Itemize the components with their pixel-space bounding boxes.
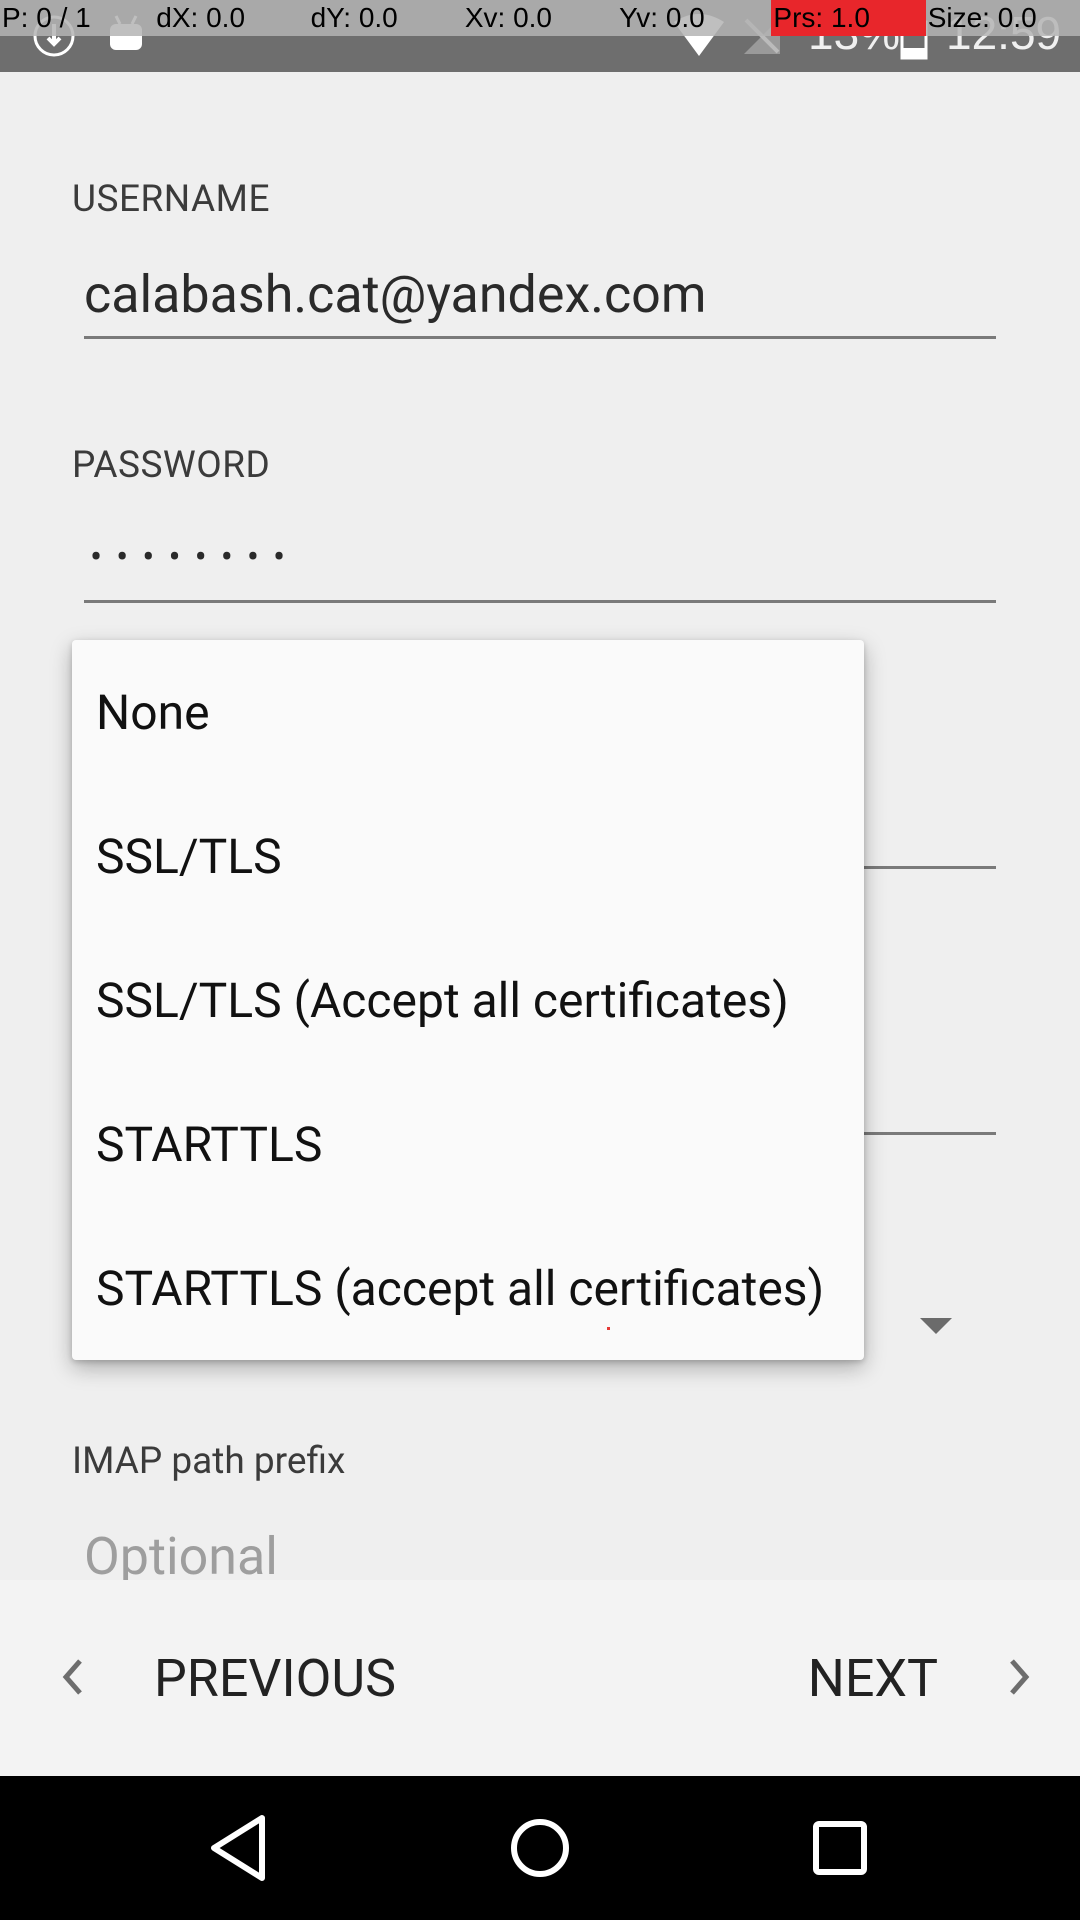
chevron-down-icon[interactable] <box>920 1318 952 1334</box>
dropdown-option-starttls-accept-all[interactable]: STARTTLS (accept all certificates) <box>72 1216 864 1360</box>
dropdown-option-starttls[interactable]: STARTTLS <box>72 1072 864 1216</box>
previous-label: PREVIOUS <box>154 1647 397 1709</box>
wizard-button-bar: PREVIOUS NEXT <box>0 1580 1080 1776</box>
recents-icon[interactable] <box>802 1810 878 1886</box>
security-dropdown: None SSL/TLS SSL/TLS (Accept all certifi… <box>72 640 864 1360</box>
home-icon[interactable] <box>502 1810 578 1886</box>
overlay-pressure: Prs: 1.0 <box>771 0 926 36</box>
dropdown-option-ssl-tls[interactable]: SSL/TLS <box>72 784 864 928</box>
username-label: USERNAME <box>72 178 270 221</box>
previous-button[interactable]: PREVIOUS <box>60 1580 396 1776</box>
password-underline <box>84 600 996 603</box>
touch-indicator <box>607 1327 610 1330</box>
back-icon[interactable] <box>202 1810 278 1886</box>
next-button[interactable]: NEXT <box>808 1580 1032 1776</box>
imap-prefix-label: IMAP path prefix <box>72 1440 346 1483</box>
overlay-dy: dY: 0.0 <box>310 2 398 33</box>
chevron-left-icon <box>60 1645 84 1711</box>
overlay-yv: Yv: 0.0 <box>619 2 705 33</box>
imap-prefix-input[interactable]: Optional <box>84 1526 278 1587</box>
dropdown-option-none[interactable]: None <box>72 640 864 784</box>
next-label: NEXT <box>807 1647 938 1709</box>
status-bar: 13% 12:59 P: 0 / 1 dX: 0.0 dY: 0.0 Xv: 0… <box>0 0 1080 72</box>
username-underline <box>84 336 996 339</box>
password-field[interactable]: •••••••• <box>90 536 299 578</box>
chevron-right-icon <box>1008 1645 1032 1711</box>
password-label: PASSWORD <box>72 444 271 487</box>
overlay-dx: dX: 0.0 <box>156 2 246 33</box>
dropdown-option-ssl-tls-accept-all[interactable]: SSL/TLS (Accept all certificates) <box>72 928 864 1072</box>
overlay-size: Size: 0.0 <box>927 2 1037 33</box>
username-field[interactable]: calabash.cat@yandex.com <box>84 264 706 325</box>
overlay-xv: Xv: 0.0 <box>464 2 553 33</box>
pointer-location-overlay: P: 0 / 1 dX: 0.0 dY: 0.0 Xv: 0.0 Yv: 0.0… <box>0 0 1080 36</box>
overlay-pointers: P: 0 / 1 <box>2 2 91 33</box>
system-navigation-bar <box>0 1776 1080 1920</box>
